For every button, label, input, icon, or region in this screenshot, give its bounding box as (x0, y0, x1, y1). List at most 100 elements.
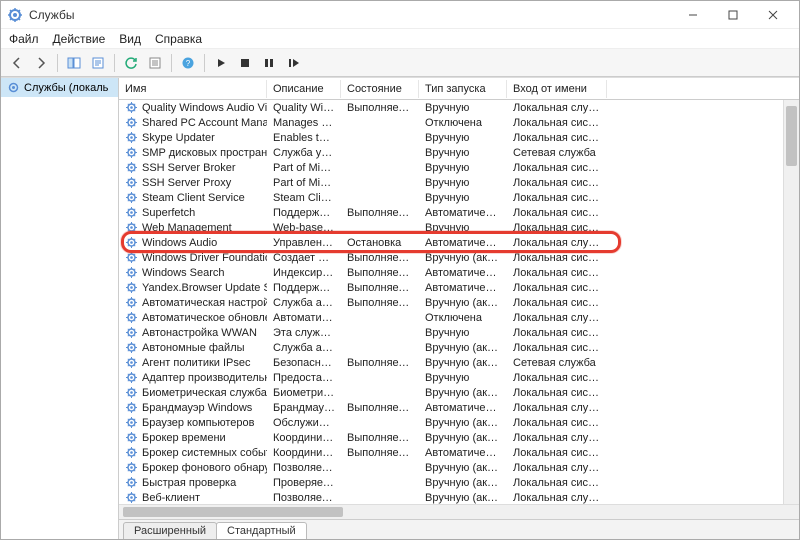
service-logon: Локальная сис… (507, 387, 607, 399)
service-row[interactable]: SSH Server BrokerPart of Mic…ВручнуюЛока… (119, 160, 799, 175)
service-row[interactable]: SSH Server ProxyPart of Mic…ВручнуюЛокал… (119, 175, 799, 190)
menu-view[interactable]: Вид (119, 32, 141, 46)
service-gear-icon (125, 131, 138, 144)
service-logon: Локальная сис… (507, 132, 607, 144)
service-description: Part of Mic… (267, 162, 341, 174)
service-row[interactable]: Брокер фонового обнару…Позволяет…Вручную… (119, 460, 799, 475)
service-name: Автонастройка WWAN (142, 327, 257, 339)
service-startup: Вручную (419, 372, 507, 384)
service-gear-icon (125, 206, 138, 219)
service-gear-icon (125, 221, 138, 234)
service-row[interactable]: Shared PC Account ManagerManages p…Отклю… (119, 115, 799, 130)
service-logon: Локальная слу… (507, 492, 607, 504)
service-row[interactable]: Автонастройка WWANЭта служб…ВручнуюЛокал… (119, 325, 799, 340)
start-service-button[interactable] (211, 53, 231, 73)
service-row[interactable]: Steam Client ServiceSteam Clie…ВручнуюЛо… (119, 190, 799, 205)
service-row[interactable]: Брокер времениКоордини…ВыполняетсяВручну… (119, 430, 799, 445)
column-headers: Имя Описание Состояние Тип запуска Вход … (119, 78, 799, 100)
service-row[interactable]: Брокер системных событийКоордини…Выполня… (119, 445, 799, 460)
service-row[interactable]: Брандмауэр WindowsБрандмау…ВыполняетсяАв… (119, 400, 799, 415)
service-row[interactable]: Браузер компьютеровОбслужив…Вручную (ак…… (119, 415, 799, 430)
restart-service-button[interactable] (283, 53, 303, 73)
service-gear-icon (125, 296, 138, 309)
service-logon: Локальная сис… (507, 417, 607, 429)
close-button[interactable] (753, 3, 793, 27)
service-logon: Локальная сис… (507, 327, 607, 339)
stop-service-button[interactable] (235, 53, 255, 73)
forward-button[interactable] (31, 53, 51, 73)
service-name: Биометрическая служба W… (142, 387, 267, 399)
back-button[interactable] (7, 53, 27, 73)
service-description: Служба уз… (267, 147, 341, 159)
menu-action[interactable]: Действие (53, 32, 106, 46)
service-row[interactable]: SuperfetchПоддержи…ВыполняетсяАвтоматиче… (119, 205, 799, 220)
service-gear-icon (125, 416, 138, 429)
vertical-scrollbar[interactable] (783, 100, 799, 504)
column-header-description[interactable]: Описание (267, 80, 341, 98)
service-row[interactable]: Автоматическая настройка…Служба ав…Выпол… (119, 295, 799, 310)
service-row[interactable]: Yandex.Browser Update Ser…Поддержи…Выпол… (119, 280, 799, 295)
show-hide-tree-button[interactable] (64, 53, 84, 73)
service-row[interactable]: Windows AudioУправлен…ОстановкаАвтоматич… (119, 235, 799, 250)
services-window: Службы Файл Действие Вид Справка ? (0, 0, 800, 540)
service-gear-icon (125, 281, 138, 294)
service-name: Брокер времени (142, 432, 226, 444)
column-header-logon[interactable]: Вход от имени (507, 80, 607, 98)
horizontal-scrollbar[interactable] (119, 504, 799, 519)
service-logon: Локальная сис… (507, 372, 607, 384)
service-row[interactable]: Веб-клиентПозволяет…Вручную (ак…Локальна… (119, 490, 799, 504)
service-startup: Вручную (ак… (419, 357, 507, 369)
service-startup: Вручную (ак… (419, 342, 507, 354)
service-name: Быстрая проверка (142, 477, 236, 489)
refresh-button[interactable] (121, 53, 141, 73)
service-row[interactable]: Быстрая проверкаПроверяет…Вручную (ак…Ло… (119, 475, 799, 490)
service-name: Браузер компьютеров (142, 417, 254, 429)
service-logon: Сетевая служба (507, 357, 607, 369)
service-description: Эта служб… (267, 327, 341, 339)
service-row[interactable]: Адаптер производительнос…Предостав…Вручн… (119, 370, 799, 385)
service-name: Steam Client Service (142, 192, 245, 204)
services-rows[interactable]: Quality Windows Audio Vid…Quality Wi…Вып… (119, 100, 799, 504)
menu-help[interactable]: Справка (155, 32, 202, 46)
column-header-name[interactable]: Имя (119, 80, 267, 98)
service-row[interactable]: Quality Windows Audio Vid…Quality Wi…Вып… (119, 100, 799, 115)
service-row[interactable]: Агент политики IPsecБезопасно…Выполняетс… (119, 355, 799, 370)
service-gear-icon (125, 446, 138, 459)
titlebar[interactable]: Службы (1, 1, 799, 29)
service-row[interactable]: Биометрическая служба W…Биометри…Вручную… (119, 385, 799, 400)
service-startup: Вручную (ак… (419, 387, 507, 399)
maximize-button[interactable] (713, 3, 753, 27)
service-row[interactable]: SMP дисковых пространств…Служба уз…Вручн… (119, 145, 799, 160)
minimize-button[interactable] (673, 3, 713, 27)
service-row[interactable]: Windows SearchИндексиро…ВыполняетсяАвтом… (119, 265, 799, 280)
pause-service-button[interactable] (259, 53, 279, 73)
tab-extended[interactable]: Расширенный (123, 522, 217, 539)
tab-standard[interactable]: Стандартный (216, 522, 307, 539)
console-tree[interactable]: Службы (локаль (1, 78, 119, 539)
service-gear-icon (125, 236, 138, 249)
service-row[interactable]: Web ManagementWeb-base…ВручнуюЛокальная … (119, 220, 799, 235)
menubar: Файл Действие Вид Справка (1, 29, 799, 49)
export-button[interactable] (145, 53, 165, 73)
service-gear-icon (125, 161, 138, 174)
help-button[interactable]: ? (178, 53, 198, 73)
menu-file[interactable]: Файл (9, 32, 39, 46)
service-row[interactable]: Автономные файлыСлужба ав…Вручную (ак…Ло… (119, 340, 799, 355)
service-description: Автомати… (267, 312, 341, 324)
service-description: Индексиро… (267, 267, 341, 279)
service-row[interactable]: Windows Driver Foundation…Создает п…Выпо… (119, 250, 799, 265)
service-row[interactable]: Skype UpdaterEnables th…ВручнуюЛокальная… (119, 130, 799, 145)
service-gear-icon (125, 341, 138, 354)
service-startup: Автоматиче… (419, 237, 507, 249)
scrollbar-thumb[interactable] (786, 106, 797, 166)
column-header-status[interactable]: Состояние (341, 80, 419, 98)
service-logon: Сетевая служба (507, 147, 607, 159)
service-logon: Локальная слу… (507, 102, 607, 114)
scrollbar-thumb[interactable] (123, 507, 343, 517)
services-app-icon (7, 7, 23, 23)
service-row[interactable]: Автоматическое обновлен…Автомати…Отключе… (119, 310, 799, 325)
properties-button[interactable] (88, 53, 108, 73)
column-header-startup[interactable]: Тип запуска (419, 80, 507, 98)
toolbar: ? (1, 49, 799, 77)
tree-node-services[interactable]: Службы (локаль (1, 78, 118, 97)
